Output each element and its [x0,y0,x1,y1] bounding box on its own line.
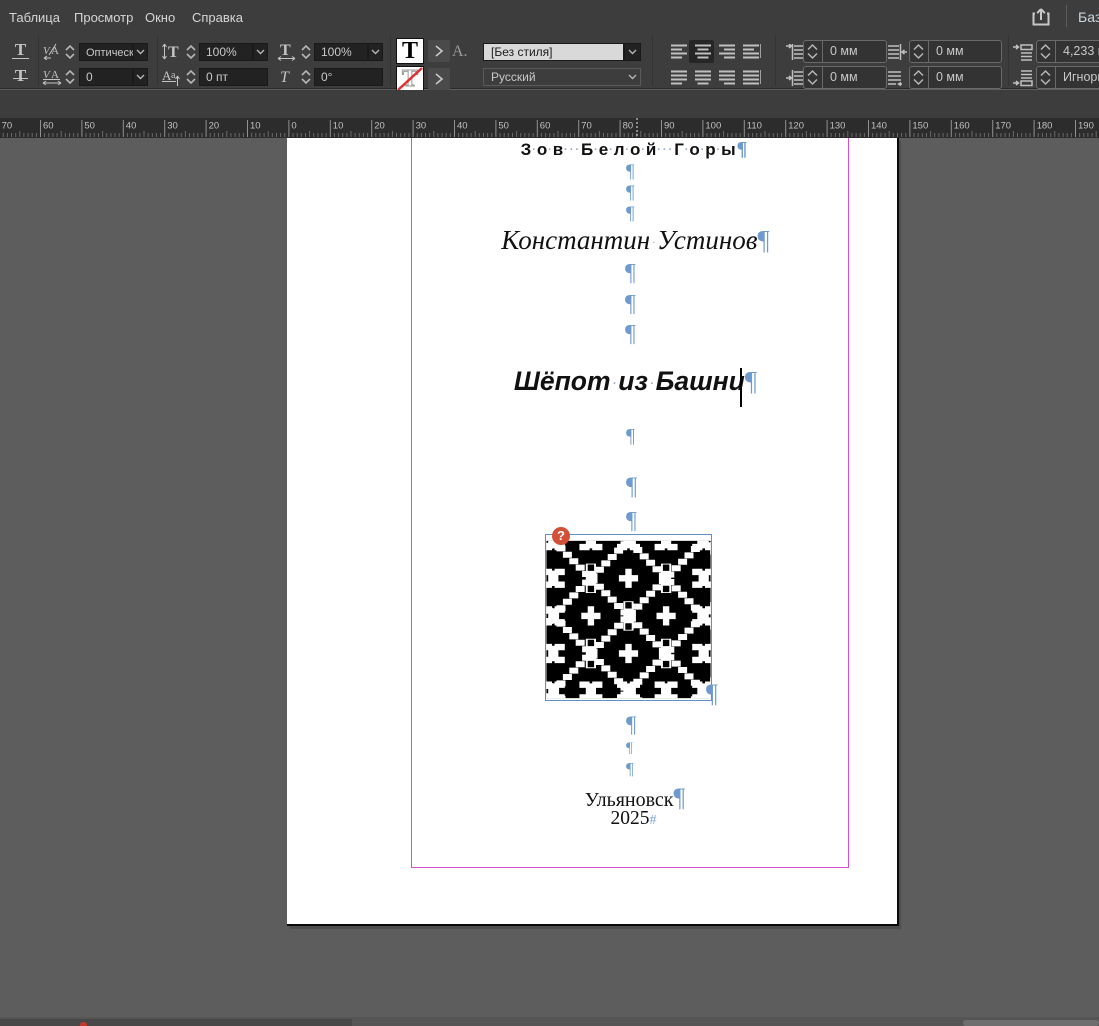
svg-text:10: 10 [333,121,344,132]
svg-text:140: 140 [871,121,887,132]
svg-text:90: 90 [664,121,675,132]
svg-text:60: 60 [540,121,551,132]
svg-text:0: 0 [291,121,296,132]
svg-text:10: 10 [250,121,261,132]
svg-text:170: 170 [995,121,1011,132]
svg-text:T: T [168,44,179,61]
svg-text:120: 120 [788,121,804,132]
svg-text:20: 20 [209,121,220,132]
svg-text:30: 30 [416,121,427,132]
svg-text:T: T [280,69,290,86]
svg-text:50: 50 [84,121,95,132]
svg-text:150: 150 [912,121,928,132]
svg-text:60: 60 [43,121,54,132]
svg-text:50: 50 [498,121,509,132]
svg-text:80: 80 [623,121,634,132]
svg-text:180: 180 [1037,121,1053,132]
svg-text:40: 40 [457,121,468,132]
svg-text:20: 20 [374,121,385,132]
svg-text:30: 30 [167,121,178,132]
svg-text:a: a [171,70,176,81]
svg-text:190: 190 [1078,121,1094,132]
svg-text:70: 70 [2,121,13,132]
svg-text:A: A [51,45,59,57]
svg-text:70: 70 [581,121,592,132]
svg-text:130: 130 [830,121,846,132]
svg-text:T: T [280,42,291,59]
svg-text:100: 100 [705,121,721,132]
svg-text:40: 40 [126,121,137,132]
svg-text:160: 160 [954,121,970,132]
svg-text:110: 110 [747,121,762,132]
svg-text:V: V [43,45,51,57]
